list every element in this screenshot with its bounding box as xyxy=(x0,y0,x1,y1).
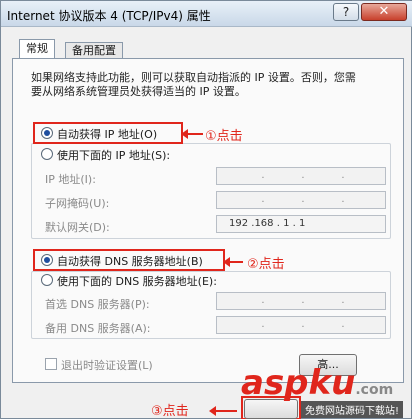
description-text: 如果网络支持此功能，则可以获取自动指派的 IP 设置。否则，您需要从网络系统管理… xyxy=(31,71,356,98)
callout-arrow-3 xyxy=(209,406,237,416)
dialog-window: Internet 协议版本 4 (TCP/IPv4) 属性 ? ✕ 常规 备用配… xyxy=(0,0,412,419)
watermark-subtitle: 免费网站源码下载站! xyxy=(301,401,404,418)
callout-arrow-1 xyxy=(181,129,203,139)
preferred-dns-label: 首选 DNS 服务器(P): xyxy=(45,298,150,311)
alternate-dns-field[interactable]: ... xyxy=(216,316,386,334)
title-bar: Internet 协议版本 4 (TCP/IPv4) 属性 ? ✕ xyxy=(1,1,412,27)
highlight-auto-ip xyxy=(33,122,183,144)
callout-1: ①点击 xyxy=(205,129,243,144)
ip-address-field[interactable]: ... xyxy=(216,167,386,185)
callout-2: ②点击 xyxy=(247,257,285,272)
manual-ip-radio[interactable] xyxy=(41,148,53,160)
watermark-logo: aspku.com xyxy=(241,363,394,403)
ip-address-label: IP 地址(I): xyxy=(45,173,96,186)
manual-ip-label: 使用下面的 IP 地址(S): xyxy=(57,149,171,162)
manual-dns-radio[interactable] xyxy=(41,274,53,286)
preferred-dns-field[interactable]: ... xyxy=(216,292,386,310)
alternate-dns-label: 备用 DNS 服务器(A): xyxy=(45,322,151,335)
window-title: Internet 协议版本 4 (TCP/IPv4) 属性 xyxy=(7,9,211,23)
callout-arrow-2 xyxy=(223,257,243,267)
gateway-label: 默认网关(D): xyxy=(45,221,110,234)
manual-dns-label: 使用下面的 DNS 服务器地址(E): xyxy=(57,275,217,288)
gateway-field[interactable]: 192 .168 . 1 . 1 xyxy=(216,215,386,233)
callout-3: ③点击 xyxy=(151,404,189,419)
tab-general[interactable]: 常规 xyxy=(19,39,55,59)
tab-alternate-config[interactable]: 备用配置 xyxy=(65,42,123,59)
highlight-auto-dns xyxy=(33,249,225,271)
validate-on-exit-label: 退出时验证设置(L) xyxy=(61,359,153,372)
validate-on-exit-checkbox[interactable] xyxy=(45,358,57,370)
subnet-mask-field[interactable]: ... xyxy=(216,191,386,209)
subnet-mask-label: 子网掩码(U): xyxy=(45,197,110,210)
close-button[interactable]: ✕ xyxy=(361,3,407,21)
help-button[interactable]: ? xyxy=(333,3,359,21)
